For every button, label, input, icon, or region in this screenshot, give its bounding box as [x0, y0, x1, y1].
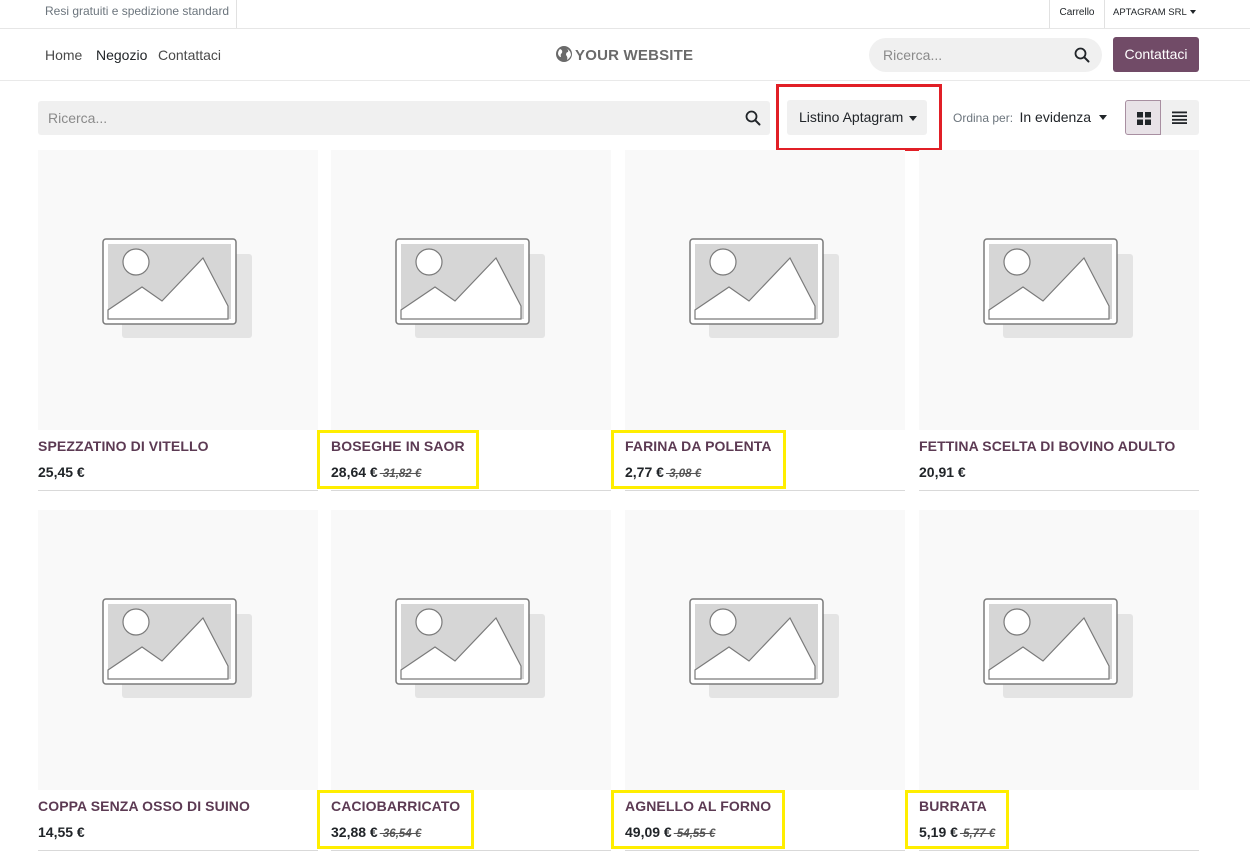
current-price: 14,55 € — [38, 824, 85, 840]
original-price: 31,82 € — [379, 468, 422, 480]
image-placeholder-icon — [689, 598, 839, 698]
product-name[interactable]: BURRATA — [919, 798, 987, 814]
image-placeholder-icon — [689, 238, 839, 338]
search-icon[interactable] — [745, 110, 761, 131]
company-switcher[interactable]: APTAGRAM SRL — [1113, 0, 1196, 28]
card-divider — [625, 850, 905, 851]
card-divider — [331, 850, 611, 851]
current-price: 5,19 € — [919, 824, 958, 840]
product-image[interactable] — [331, 510, 611, 790]
sort-value: In evidenza — [1019, 109, 1092, 125]
site-logo[interactable]: YOUR WEBSITE — [555, 45, 693, 67]
product-price: 25,45 € — [38, 464, 85, 480]
original-price: 3,08 € — [665, 468, 702, 480]
caret-down-icon — [909, 115, 918, 121]
sort-dropdown[interactable]: Ordina per: In evidenza — [951, 100, 1111, 135]
image-placeholder-icon — [102, 238, 252, 338]
product-price: 5,19 € 5,77 € — [919, 824, 995, 840]
image-placeholder-icon — [395, 238, 545, 338]
globe-icon — [555, 45, 573, 67]
pricelist-label: Listino Aptagram — [799, 109, 904, 125]
current-price: 28,64 € — [331, 464, 378, 480]
original-price: 54,55 € — [673, 828, 716, 840]
announcement-bar: Resi gratuiti e spedizione standard Carr… — [0, 0, 1250, 29]
pricelist-dropdown[interactable]: Listino Aptagram — [787, 100, 927, 135]
header-search-input[interactable]: Ricerca... — [869, 38, 1102, 72]
grid-icon — [1137, 112, 1151, 125]
current-price: 25,45 € — [38, 464, 85, 480]
nav-link-home[interactable]: Home — [45, 47, 82, 63]
product-name[interactable]: CACIOBARRICATO — [331, 798, 460, 814]
current-price: 2,77 € — [625, 464, 664, 480]
product-image[interactable] — [38, 150, 318, 430]
product-name[interactable]: FETTINA SCELTA DI BOVINO ADULTO — [919, 438, 1175, 454]
nav-link-contact[interactable]: Contattaci — [158, 47, 221, 63]
list-view-button[interactable] — [1161, 100, 1199, 135]
image-placeholder-icon — [395, 598, 545, 698]
promo-text: Resi gratuiti e spedizione standard — [45, 0, 238, 28]
product-price: 49,09 € 54,55 € — [625, 824, 715, 840]
product-name[interactable]: FARINA DA POLENTA — [625, 438, 772, 454]
product-name[interactable]: SPEZZATINO DI VITELLO — [38, 438, 209, 454]
card-divider — [38, 490, 318, 491]
current-price: 32,88 € — [331, 824, 378, 840]
card-divider — [919, 490, 1199, 491]
product-search-placeholder: Ricerca... — [48, 110, 108, 126]
image-placeholder-icon — [102, 598, 252, 698]
sort-label: Ordina per: — [953, 111, 1014, 125]
search-icon[interactable] — [1074, 47, 1090, 68]
image-placeholder-icon — [983, 238, 1133, 338]
list-icon — [1172, 111, 1187, 124]
original-price: 36,54 € — [379, 828, 422, 840]
card-divider — [38, 850, 318, 851]
product-name[interactable]: BOSEGHE IN SAOR — [331, 438, 465, 454]
main-navbar: Home Negozio Contattaci YOUR WEBSITE Ric… — [0, 29, 1250, 81]
image-placeholder-icon — [983, 598, 1133, 698]
contact-us-button[interactable]: Contattaci — [1113, 37, 1199, 72]
caret-down-icon — [1099, 115, 1108, 121]
current-price: 49,09 € — [625, 824, 672, 840]
header-search-placeholder: Ricerca... — [883, 47, 943, 63]
site-title: YOUR WEBSITE — [575, 47, 694, 64]
nav-link-shop[interactable]: Negozio — [96, 47, 147, 63]
product-price: 2,77 € 3,08 € — [625, 464, 701, 480]
product-image[interactable] — [919, 150, 1199, 430]
current-price: 20,91 € — [919, 464, 966, 480]
card-divider — [625, 490, 905, 491]
product-image[interactable] — [331, 150, 611, 430]
product-search-input[interactable]: Ricerca... — [38, 101, 770, 135]
company-name: APTAGRAM SRL — [1113, 7, 1187, 18]
product-price: 14,55 € — [38, 824, 85, 840]
product-price: 28,64 € 31,82 € — [331, 464, 421, 480]
product-price: 32,88 € 36,54 € — [331, 824, 421, 840]
caret-down-icon — [1189, 10, 1196, 15]
product-name[interactable]: COPPA SENZA OSSO DI SUINO — [38, 798, 250, 814]
product-image[interactable] — [919, 510, 1199, 790]
product-image[interactable] — [625, 150, 905, 430]
grid-view-button[interactable] — [1125, 100, 1161, 135]
cart-link[interactable]: Carrello — [1049, 0, 1105, 28]
original-price: 5,77 € — [959, 828, 996, 840]
product-price: 20,91 € — [919, 464, 966, 480]
product-image[interactable] — [38, 510, 318, 790]
card-divider — [919, 850, 1199, 851]
product-name[interactable]: AGNELLO AL FORNO — [625, 798, 771, 814]
product-image[interactable] — [625, 510, 905, 790]
card-divider — [331, 490, 611, 491]
